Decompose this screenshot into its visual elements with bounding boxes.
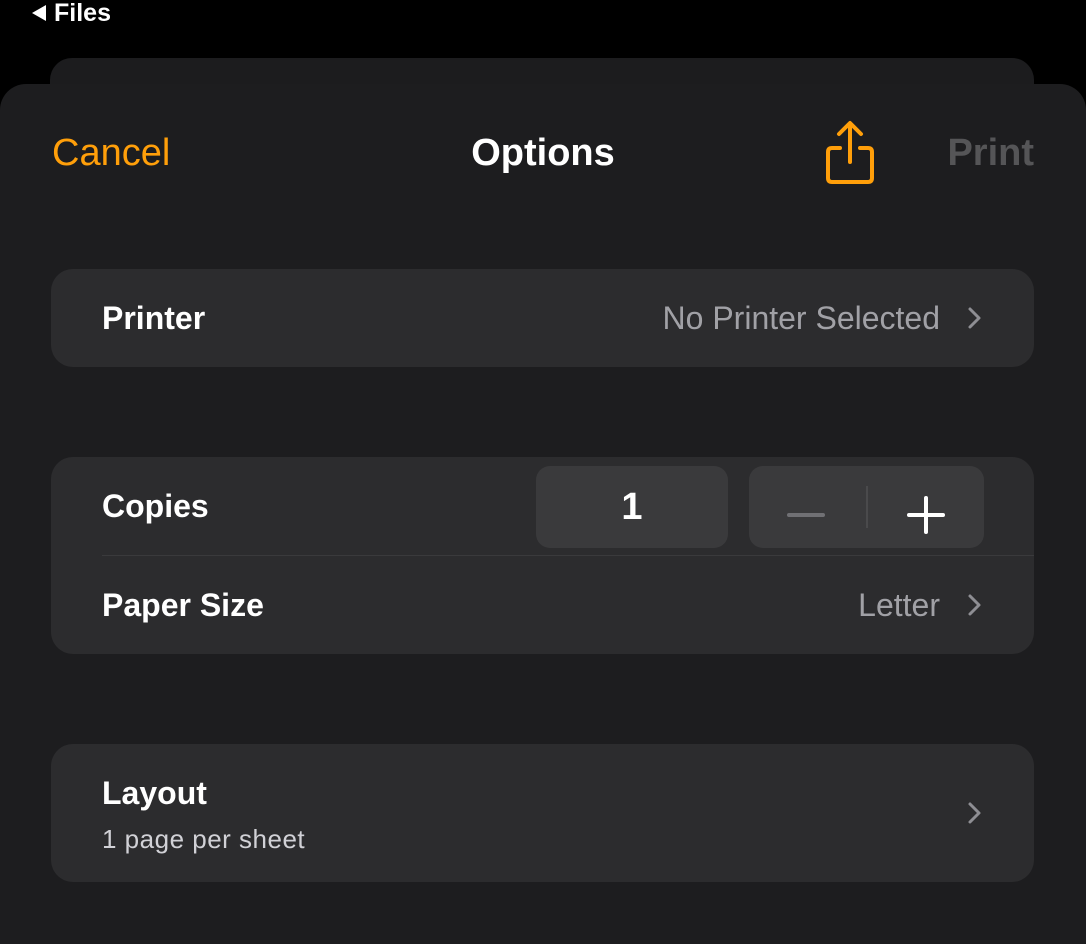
- printer-label: Printer: [102, 300, 206, 336]
- decrement-button[interactable]: [749, 466, 866, 548]
- share-icon: [826, 121, 874, 184]
- minus-icon: [787, 513, 825, 517]
- page-title: Options: [471, 132, 615, 174]
- paper-size-label: Paper Size: [102, 587, 264, 623]
- chevron-right-icon[interactable]: [964, 591, 984, 619]
- printer-row[interactable]: Printer No Printer Selected: [51, 269, 1034, 367]
- copies-label: Copies: [102, 488, 209, 524]
- copies-stepper: [749, 466, 984, 548]
- row-divider: [102, 555, 1034, 556]
- printer-value: No Printer Selected: [662, 300, 940, 336]
- back-link-label: Files: [54, 0, 111, 27]
- paper-size-value[interactable]: Letter: [858, 586, 940, 624]
- layout-value: 1 page per sheet: [102, 824, 306, 854]
- layout-row[interactable]: Layout 1 page per sheet: [51, 744, 1034, 882]
- copies-paper-card: Copies 1 Paper Size Letter: [51, 457, 1034, 654]
- plus-icon: [907, 496, 945, 534]
- increment-button[interactable]: [867, 466, 984, 548]
- back-triangle-icon: [32, 5, 46, 21]
- back-to-files-link[interactable]: Files: [32, 0, 111, 26]
- layout-label: Layout: [102, 775, 207, 811]
- copies-field[interactable]: 1: [536, 466, 728, 548]
- print-button[interactable]: Print: [947, 130, 1034, 176]
- chevron-right-icon: [968, 307, 981, 329]
- chevron-right-icon: [968, 802, 981, 824]
- share-button[interactable]: [820, 118, 880, 188]
- status-bar: Files: [0, 0, 1086, 40]
